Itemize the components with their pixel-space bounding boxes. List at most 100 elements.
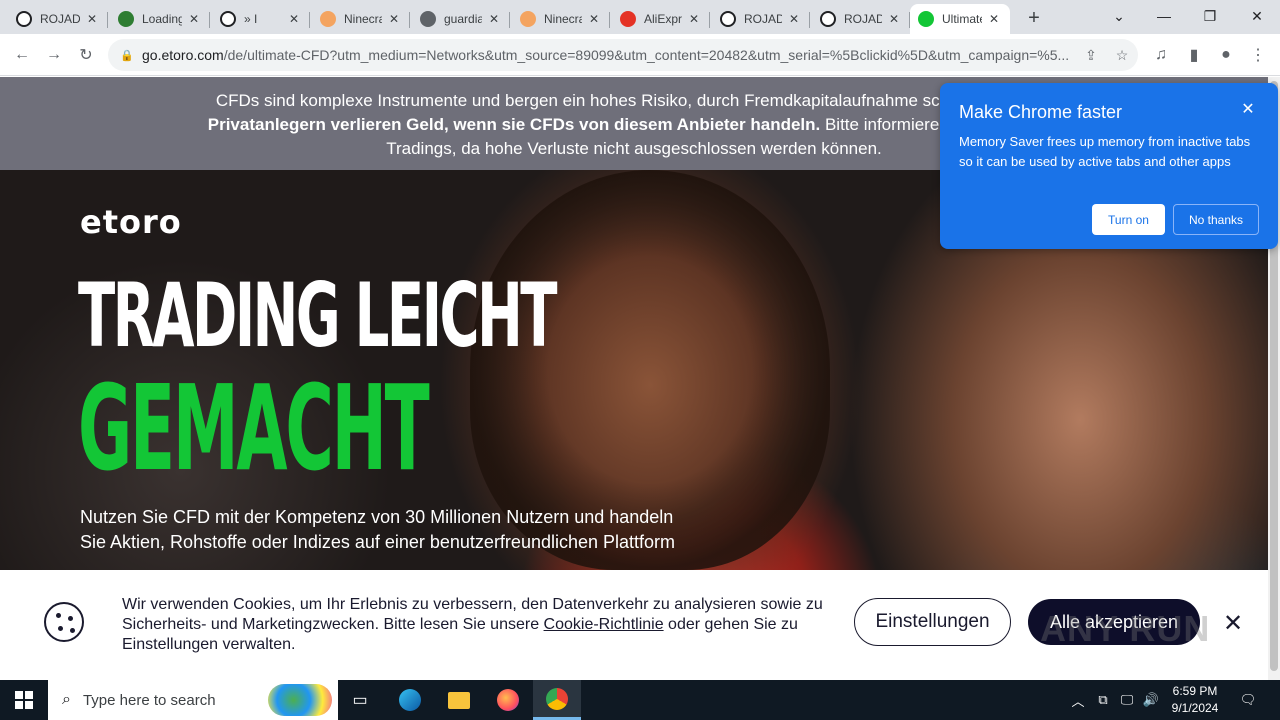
browser-tab[interactable]: AliExpress ✕ bbox=[612, 4, 710, 34]
address-bar[interactable]: 🔒 go.etoro.com/de/ultimate-CFD?utm_mediu… bbox=[108, 39, 1138, 71]
taskbar-search-placeholder: Type here to search bbox=[82, 691, 216, 709]
soccer-ball-icon bbox=[720, 11, 736, 27]
tab-title: Ninecrafts bbox=[544, 12, 582, 26]
aliexpress-icon bbox=[620, 11, 636, 27]
cookie-text: Wir verwenden Cookies, um Ihr Erlebnis z… bbox=[122, 596, 823, 653]
edge-icon[interactable] bbox=[386, 680, 434, 720]
browser-tab[interactable]: Ninecrafts ✕ bbox=[312, 4, 410, 34]
soccer-ball-icon bbox=[220, 11, 236, 27]
no-thanks-button[interactable]: No thanks bbox=[1173, 204, 1259, 235]
tab-separator bbox=[809, 12, 810, 28]
anyrun-watermark: ANY RUN bbox=[1040, 608, 1211, 649]
url-text: go.etoro.com/de/ultimate-CFD?utm_medium=… bbox=[142, 47, 1070, 63]
media-control-icon[interactable]: ♫ bbox=[1147, 41, 1175, 69]
notifications-icon[interactable]: 🗨 bbox=[1236, 680, 1260, 720]
lock-icon[interactable]: 🔒 bbox=[120, 49, 134, 62]
tab-close-icon[interactable]: ✕ bbox=[84, 11, 100, 27]
profile-avatar-icon[interactable]: ● bbox=[1212, 41, 1240, 69]
tab-title: guardian bbox=[444, 12, 482, 26]
tab-separator bbox=[309, 12, 310, 28]
ninecrafts-icon bbox=[520, 11, 536, 27]
tab-title: ROJADIRECTA bbox=[40, 12, 80, 26]
network-icon[interactable]: ⧉ bbox=[1092, 680, 1114, 720]
tab-close-icon[interactable]: ✕ bbox=[686, 11, 702, 27]
side-panel-icon[interactable]: ▮ bbox=[1180, 41, 1208, 69]
popup-body: Memory Saver frees up memory from inacti… bbox=[959, 134, 1251, 169]
forward-arrow-icon[interactable]: → bbox=[40, 41, 68, 69]
tab-search-chevron-icon[interactable]: ⌄ bbox=[1096, 0, 1142, 32]
soccer-ball-icon bbox=[16, 11, 32, 27]
maximize-button[interactable]: ❐ bbox=[1187, 0, 1233, 32]
tab-separator bbox=[609, 12, 610, 28]
reload-icon[interactable]: ↻ bbox=[72, 41, 100, 69]
browser-tab[interactable]: Ninecrafts ✕ bbox=[512, 4, 610, 34]
back-arrow-icon[interactable]: ← bbox=[8, 41, 36, 69]
browser-tab[interactable]: ROJADIRECTA ✕ bbox=[8, 4, 108, 34]
tab-close-icon[interactable]: ✕ bbox=[486, 11, 502, 27]
minimize-button[interactable]: — bbox=[1141, 0, 1187, 32]
cookie-policy-link[interactable]: Cookie-Richtlinie bbox=[544, 616, 664, 633]
popup-close-icon[interactable]: ✕ bbox=[1238, 99, 1258, 119]
tab-title: AliExpress bbox=[644, 12, 682, 26]
etoro-logo[interactable]: etoro bbox=[80, 203, 182, 241]
popup-title: Make Chrome faster bbox=[959, 102, 1123, 122]
close-window-button[interactable]: ✕ bbox=[1234, 0, 1280, 32]
tab-title: » I bbox=[244, 12, 258, 26]
share-icon[interactable]: ⇪ bbox=[1081, 45, 1101, 65]
risk-warning-bold: Privatanlegern verlieren Geld, wenn sie … bbox=[207, 115, 821, 134]
search-icon: ⌕ bbox=[62, 691, 71, 708]
tab-title: Loading bbox=[142, 12, 182, 26]
windows-logo-icon bbox=[15, 691, 33, 709]
tab-close-icon[interactable]: ✕ bbox=[786, 11, 802, 27]
tab-title: ROJADIRECTA bbox=[844, 12, 882, 26]
tray-chevron-icon[interactable]: ︿ bbox=[1068, 680, 1088, 720]
memory-saver-popup: Make Chrome faster ✕ Memory Saver frees … bbox=[940, 83, 1278, 249]
monitor-icon[interactable]: 🖵 bbox=[1116, 680, 1138, 720]
close-cookie-bar-icon[interactable]: ✕ bbox=[1220, 610, 1246, 637]
tab-close-icon[interactable]: ✕ bbox=[586, 11, 602, 27]
browser-tab[interactable]: Ultimate ✕ bbox=[910, 4, 1010, 34]
task-view-icon[interactable]: ▭ bbox=[336, 680, 384, 720]
ninecrafts-icon bbox=[320, 11, 336, 27]
hero-subtitle: Nutzen Sie CFD mit der Kompetenz von 30 … bbox=[80, 507, 676, 552]
cookie-icon bbox=[44, 602, 84, 642]
tab-separator bbox=[209, 12, 210, 28]
tab-close-icon[interactable]: ✕ bbox=[286, 11, 302, 27]
turn-on-button[interactable]: Turn on bbox=[1092, 204, 1165, 235]
tab-separator bbox=[409, 12, 410, 28]
tab-close-icon[interactable]: ✕ bbox=[986, 11, 1002, 27]
new-tab-button[interactable]: + bbox=[1022, 6, 1046, 30]
tab-title: ROJADIRECTA bbox=[744, 12, 782, 26]
tab-separator bbox=[107, 12, 108, 28]
twenty-icon bbox=[118, 11, 134, 27]
globe-icon bbox=[420, 11, 436, 27]
browser-tab[interactable]: guardian ✕ bbox=[412, 4, 510, 34]
headline-white: TRADING LEICHT bbox=[78, 264, 558, 367]
windows-start-button[interactable] bbox=[0, 680, 48, 720]
cookie-consent-bar: Wir verwenden Cookies, um Ihr Erlebnis z… bbox=[0, 570, 1268, 680]
browser-tab[interactable]: ROJADIRECTA ✕ bbox=[712, 4, 810, 34]
firefox-icon[interactable] bbox=[484, 680, 532, 720]
tab-separator bbox=[509, 12, 510, 28]
windows-taskbar: ⌕ Type here to search ▭ ︿ ⧉ 🖵 🔊 6:59 PM … bbox=[0, 680, 1280, 720]
tab-separator bbox=[709, 12, 710, 28]
etoro-icon bbox=[918, 11, 934, 27]
chrome-menu-icon[interactable]: ⋮ bbox=[1244, 41, 1272, 69]
system-clock[interactable]: 6:59 PM 9/1/2024 bbox=[1160, 683, 1230, 717]
browser-tab[interactable]: Loading ✕ bbox=[110, 4, 210, 34]
tab-close-icon[interactable]: ✕ bbox=[186, 11, 202, 27]
browser-tab[interactable]: ROJADIRECTA ✕ bbox=[812, 4, 910, 34]
tab-title: Ninecrafts bbox=[344, 12, 382, 26]
cookie-settings-button[interactable]: Einstellungen bbox=[854, 598, 1011, 646]
bookmark-star-icon[interactable]: ☆ bbox=[1112, 45, 1132, 65]
taskbar-search-box[interactable]: ⌕ Type here to search bbox=[48, 680, 338, 720]
tab-close-icon[interactable]: ✕ bbox=[886, 11, 902, 27]
volume-icon[interactable]: 🔊 bbox=[1140, 680, 1162, 720]
soccer-ball-icon bbox=[820, 11, 836, 27]
tab-close-icon[interactable]: ✕ bbox=[386, 11, 402, 27]
browser-tab[interactable]: » I ✕ bbox=[212, 4, 310, 34]
search-highlight-icon bbox=[268, 684, 332, 716]
headline-green: GEMACHT bbox=[78, 359, 430, 497]
file-explorer-icon[interactable] bbox=[435, 680, 483, 720]
chrome-taskbar-icon[interactable] bbox=[533, 680, 581, 720]
